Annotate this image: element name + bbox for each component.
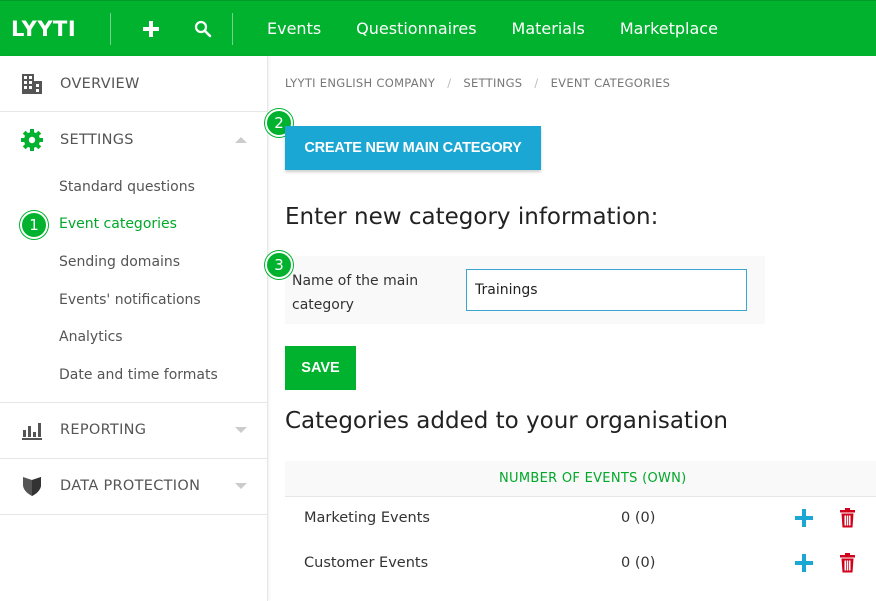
categories-heading: Categories added to your organisation bbox=[285, 408, 728, 434]
sidebar-item-reporting[interactable]: REPORTING bbox=[0, 403, 267, 459]
table-row: Customer Events 0 (0) bbox=[285, 542, 876, 587]
chevron-up-icon[interactable] bbox=[235, 137, 247, 143]
add-subcategory-icon[interactable] bbox=[794, 508, 814, 528]
main-nav: Events Questionnaires Materials Marketpl… bbox=[233, 1, 753, 57]
sidebar-section-settings: SETTINGS Standard questions 1 Event cate… bbox=[0, 112, 267, 403]
table-row: Marketing Events 0 (0) bbox=[285, 497, 876, 542]
sidebar-item-label: SETTINGS bbox=[60, 132, 134, 148]
breadcrumb-item-company[interactable]: LYYTI ENGLISH COMPANY bbox=[285, 76, 435, 90]
breadcrumb-separator: / bbox=[534, 76, 539, 90]
sidebar-item-analytics[interactable]: Analytics bbox=[0, 318, 267, 356]
column-header-number-of-events: NUMBER OF EVENTS (OWN) bbox=[499, 471, 687, 486]
lyyti-logo[interactable]: LYYTI bbox=[0, 1, 110, 57]
breadcrumb-item-settings[interactable]: SETTINGS bbox=[463, 76, 522, 90]
trash-icon[interactable] bbox=[839, 553, 856, 573]
sidebar-item-date-time-formats[interactable]: Date and time formats bbox=[0, 356, 267, 394]
plus-icon[interactable] bbox=[128, 1, 174, 57]
trash-icon[interactable] bbox=[839, 508, 856, 528]
main-category-name-label: Name of the main category bbox=[292, 273, 419, 313]
sidebar-item-label: OVERVIEW bbox=[60, 75, 140, 92]
nav-questionnaires[interactable]: Questionnaires bbox=[356, 19, 476, 38]
category-form-row: Name of the main category bbox=[285, 256, 765, 324]
categories-table: NUMBER OF EVENTS (OWN) Marketing Events … bbox=[285, 461, 876, 587]
building-icon bbox=[20, 72, 44, 96]
breadcrumb-separator: / bbox=[447, 76, 452, 90]
event-count: 0 (0) bbox=[621, 510, 656, 526]
event-count: 0 (0) bbox=[621, 555, 656, 571]
gear-icon bbox=[20, 128, 44, 152]
sidebar-item-label: REPORTING bbox=[60, 422, 147, 439]
step-badge-3: 3 bbox=[265, 251, 293, 279]
add-subcategory-icon[interactable] bbox=[794, 553, 814, 573]
save-button[interactable]: SAVE bbox=[285, 346, 356, 390]
settings-submenu: Standard questions 1 Event categories Se… bbox=[0, 168, 267, 402]
form-heading: Enter new category information: bbox=[285, 204, 659, 230]
sidebar-item-settings[interactable]: SETTINGS bbox=[0, 112, 267, 168]
category-name: Customer Events bbox=[304, 555, 429, 571]
table-header: NUMBER OF EVENTS (OWN) bbox=[285, 461, 876, 497]
sidebar-item-events-notifications[interactable]: Events' notifications bbox=[0, 281, 267, 319]
chevron-down-icon[interactable] bbox=[235, 427, 247, 434]
top-navigation-bar: LYYTI Events Questionnaires Materials Ma… bbox=[0, 0, 876, 56]
bar-chart-icon bbox=[20, 418, 44, 442]
chevron-down-icon[interactable] bbox=[235, 483, 247, 490]
category-name: Marketing Events bbox=[304, 510, 430, 526]
step-badge-1: 1 bbox=[20, 210, 48, 239]
sidebar-item-label: Event categories bbox=[59, 216, 177, 233]
nav-marketplace[interactable]: Marketplace bbox=[620, 19, 718, 38]
main-content: LYYTI ENGLISH COMPANY / SETTINGS / EVENT CAT… bbox=[265, 56, 876, 601]
sidebar-item-sending-domains[interactable]: Sending domains bbox=[0, 243, 267, 281]
sidebar-item-event-categories[interactable]: 1 Event categories bbox=[0, 206, 267, 244]
nav-materials[interactable]: Materials bbox=[512, 19, 585, 38]
create-main-category-button[interactable]: CREATE NEW MAIN CATEGORY bbox=[285, 126, 541, 170]
shield-icon bbox=[20, 474, 44, 498]
breadcrumb: LYYTI ENGLISH COMPANY / SETTINGS / EVENT CAT… bbox=[285, 76, 670, 90]
sidebar-item-data-protection[interactable]: DATA PROTECTION bbox=[0, 459, 267, 515]
search-icon[interactable] bbox=[180, 1, 226, 57]
sidebar-item-standard-questions[interactable]: Standard questions bbox=[0, 168, 267, 206]
divider bbox=[110, 12, 111, 45]
nav-events[interactable]: Events bbox=[267, 19, 321, 38]
sidebar-item-label: DATA PROTECTION bbox=[60, 478, 201, 495]
sidebar: OVERVIEW SETTINGS Standard questions 1 E… bbox=[0, 56, 268, 601]
sidebar-item-overview[interactable]: OVERVIEW bbox=[0, 56, 267, 112]
breadcrumb-item-event-categories: EVENT CATEGORIES bbox=[550, 76, 671, 90]
main-category-name-input[interactable] bbox=[466, 269, 747, 311]
